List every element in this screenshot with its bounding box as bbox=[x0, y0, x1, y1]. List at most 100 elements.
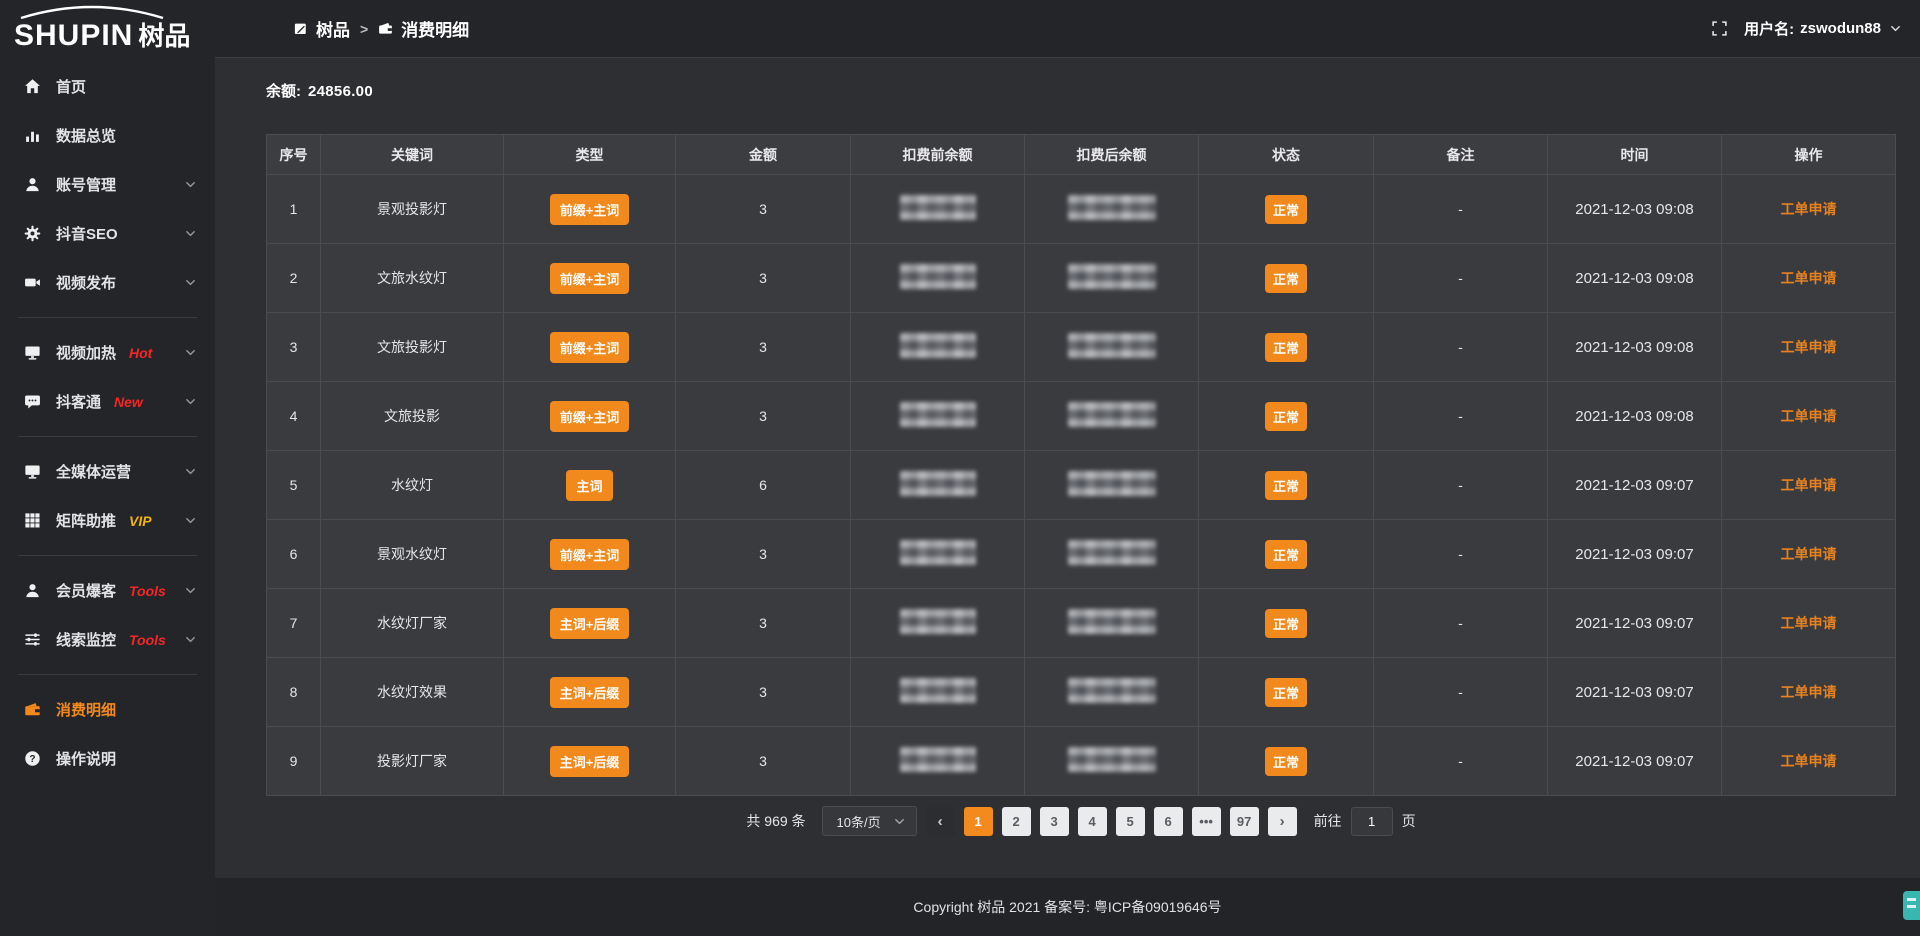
work-order-link[interactable]: 工单申请 bbox=[1781, 270, 1837, 286]
work-order-link[interactable]: 工单申请 bbox=[1781, 477, 1837, 493]
work-order-link[interactable]: 工单申请 bbox=[1781, 546, 1837, 562]
divider bbox=[18, 436, 197, 437]
user-menu[interactable]: 用户名: zswodun88 bbox=[1744, 18, 1902, 39]
goto-suffix: 页 bbox=[1402, 811, 1416, 831]
work-order-link[interactable]: 工单申请 bbox=[1781, 339, 1837, 355]
status-badge: 正常 bbox=[1265, 402, 1307, 431]
sidebar-item-sliders[interactable]: 线索监控 Tools bbox=[0, 615, 215, 664]
more-pages-button[interactable]: ••• bbox=[1192, 807, 1221, 836]
cell-keyword: 投影灯厂家 bbox=[321, 727, 504, 796]
sidebar-item-member[interactable]: 会员爆客Tools bbox=[0, 566, 215, 615]
chevron-down-icon bbox=[893, 815, 906, 828]
sidebar-item-gear[interactable]: 抖音SEO bbox=[0, 209, 215, 258]
table-row: 1景观投影灯前缀+主词3正常-2021-12-03 09:08工单申请 bbox=[267, 175, 1896, 244]
cell-status: 正常 bbox=[1199, 589, 1374, 658]
type-badge: 主词 bbox=[566, 470, 612, 501]
fullscreen-icon[interactable] bbox=[1711, 20, 1728, 37]
cell-keyword: 景观水纹灯 bbox=[321, 520, 504, 589]
cell-index: 8 bbox=[267, 658, 321, 727]
cell-remark: - bbox=[1374, 175, 1548, 244]
cell-amount: 3 bbox=[676, 382, 851, 451]
type-badge: 前缀+主词 bbox=[550, 401, 630, 432]
masked-value bbox=[900, 471, 976, 496]
column-header: 序号 bbox=[267, 135, 321, 175]
page-button-3[interactable]: 3 bbox=[1040, 807, 1069, 836]
sidebar-item-user[interactable]: 账号管理 bbox=[0, 160, 215, 209]
username-value: zswodun88 bbox=[1800, 20, 1881, 37]
breadcrumb-item-current[interactable]: 消费明细 bbox=[378, 16, 469, 41]
cell-time: 2021-12-03 09:07 bbox=[1548, 658, 1722, 727]
sidebar-item-label: 账号管理 bbox=[56, 174, 116, 195]
page-button-5[interactable]: 5 bbox=[1116, 807, 1145, 836]
type-badge: 主词+后缀 bbox=[550, 677, 630, 708]
sidebar-item-label: 视频发布 bbox=[56, 272, 116, 293]
page-size-value: 10条/页 bbox=[837, 812, 881, 831]
sidebar-item-monitor[interactable]: 视频加热Hot bbox=[0, 328, 215, 377]
content-area: 余额:24856.00 序号关键词类型金额扣费前余额扣费后余额状态备注时间操作 … bbox=[215, 58, 1920, 878]
sidebar-item-badge: New bbox=[114, 394, 143, 410]
cell-action: 工单申请 bbox=[1722, 313, 1896, 382]
cell-type: 前缀+主词 bbox=[504, 382, 676, 451]
sidebar-item-chat[interactable]: 抖客通New bbox=[0, 377, 215, 426]
sidebar-item-label: 数据总览 bbox=[56, 125, 116, 146]
cell-balance-after bbox=[1025, 382, 1199, 451]
goto-page-input[interactable] bbox=[1351, 807, 1393, 836]
cell-index: 6 bbox=[267, 520, 321, 589]
sidebar-item-screen[interactable]: 全媒体运营 bbox=[0, 447, 215, 496]
breadcrumb-item-home[interactable]: 树品 bbox=[293, 16, 350, 41]
cell-balance-before bbox=[851, 589, 1025, 658]
sidebar-item-wallet[interactable]: 消费明细 bbox=[0, 685, 215, 734]
sidebar-item-label: 线索监控 bbox=[56, 629, 116, 650]
page-button-2[interactable]: 2 bbox=[1002, 807, 1031, 836]
sidebar-item-badge: VIP bbox=[129, 513, 152, 529]
cell-type: 前缀+主词 bbox=[504, 175, 676, 244]
sidebar-item-grid[interactable]: 矩阵助推VIP bbox=[0, 496, 215, 545]
breadcrumb-separator: > bbox=[360, 21, 368, 37]
cell-index: 2 bbox=[267, 244, 321, 313]
work-order-link[interactable]: 工单申请 bbox=[1781, 684, 1837, 700]
prev-page-button[interactable]: ‹ bbox=[926, 807, 955, 836]
next-page-button[interactable]: › bbox=[1268, 807, 1297, 836]
work-order-link[interactable]: 工单申请 bbox=[1781, 753, 1837, 769]
status-badge: 正常 bbox=[1265, 540, 1307, 569]
cell-action: 工单申请 bbox=[1722, 520, 1896, 589]
page-button-97[interactable]: 97 bbox=[1230, 807, 1259, 836]
masked-value bbox=[900, 609, 976, 634]
cell-balance-before bbox=[851, 382, 1025, 451]
floating-widget[interactable] bbox=[1903, 891, 1920, 920]
chevron-down-icon bbox=[184, 227, 197, 240]
page-button-4[interactable]: 4 bbox=[1078, 807, 1107, 836]
sidebar-item-question[interactable]: ?操作说明 bbox=[0, 734, 215, 783]
cell-balance-before bbox=[851, 727, 1025, 796]
cell-balance-after bbox=[1025, 175, 1199, 244]
page-button-6[interactable]: 6 bbox=[1154, 807, 1183, 836]
masked-value bbox=[900, 747, 976, 772]
wallet-icon bbox=[24, 701, 42, 719]
cell-balance-before bbox=[851, 175, 1025, 244]
consumption-table: 序号关键词类型金额扣费前余额扣费后余额状态备注时间操作 1景观投影灯前缀+主词3… bbox=[266, 134, 1896, 796]
gear-icon bbox=[24, 225, 42, 243]
cell-remark: - bbox=[1374, 382, 1548, 451]
page-button-1[interactable]: 1 bbox=[964, 807, 993, 836]
cell-time: 2021-12-03 09:07 bbox=[1548, 727, 1722, 796]
status-badge: 正常 bbox=[1265, 678, 1307, 707]
breadcrumb-label: 树品 bbox=[316, 16, 350, 41]
cell-amount: 6 bbox=[676, 451, 851, 520]
sidebar-item-badge: Tools bbox=[129, 632, 166, 648]
cell-time: 2021-12-03 09:07 bbox=[1548, 589, 1722, 658]
goto-label: 前往 bbox=[1314, 811, 1342, 831]
cell-keyword: 文旅投影 bbox=[321, 382, 504, 451]
type-badge: 前缀+主词 bbox=[550, 263, 630, 294]
cell-keyword: 水纹灯厂家 bbox=[321, 589, 504, 658]
work-order-link[interactable]: 工单申请 bbox=[1781, 408, 1837, 424]
masked-value bbox=[900, 678, 976, 703]
table-row: 3文旅投影灯前缀+主词3正常-2021-12-03 09:08工单申请 bbox=[267, 313, 1896, 382]
page-size-select[interactable]: 10条/页 bbox=[822, 806, 917, 836]
sidebar-item-video[interactable]: 视频发布 bbox=[0, 258, 215, 307]
sidebar-item-home[interactable]: 首页 bbox=[0, 62, 215, 111]
sidebar-item-chart[interactable]: 数据总览 bbox=[0, 111, 215, 160]
column-header: 扣费前余额 bbox=[851, 135, 1025, 175]
work-order-link[interactable]: 工单申请 bbox=[1781, 615, 1837, 631]
cell-remark: - bbox=[1374, 244, 1548, 313]
work-order-link[interactable]: 工单申请 bbox=[1781, 201, 1837, 217]
